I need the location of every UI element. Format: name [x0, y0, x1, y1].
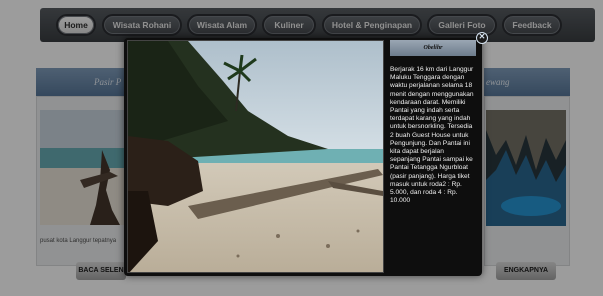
info-panel-title-text: Obelihr — [423, 45, 443, 51]
info-panel-title: Obelihr — [390, 40, 476, 56]
close-icon[interactable]: ✕ — [476, 32, 488, 44]
page: Home Wisata Rohani Wisata Alam Kuliner H… — [0, 0, 603, 296]
place-description: Berjarak 16 km dari Langgur Maluku Tengg… — [390, 66, 474, 205]
info-panel: Obelihr Berjarak 16 km dari Langgur Malu… — [388, 38, 482, 276]
close-symbol: ✕ — [478, 32, 486, 41]
beach-photo — [127, 40, 384, 273]
lightbox-modal: Obelihr Berjarak 16 km dari Langgur Malu… — [124, 38, 482, 276]
